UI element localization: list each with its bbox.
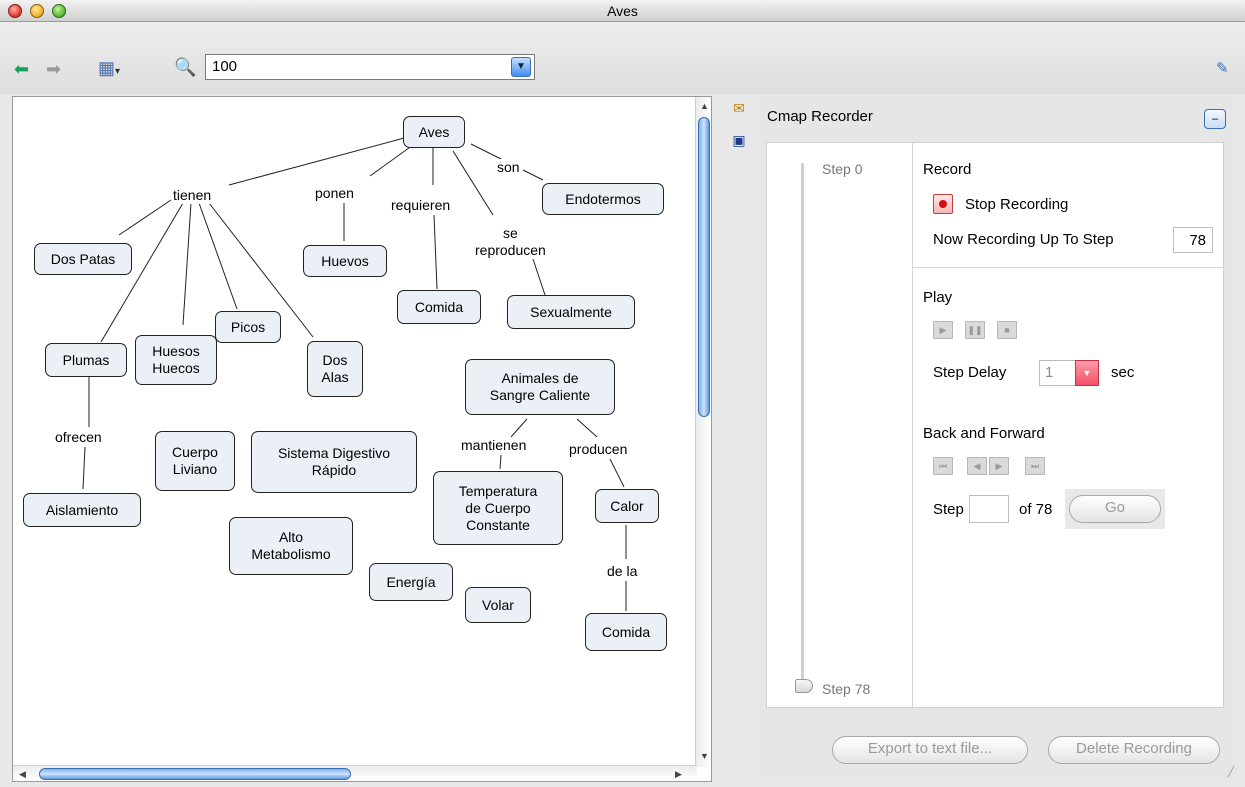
concept-picos[interactable]: Picos [215, 311, 281, 343]
record-section-title: Record [923, 161, 972, 178]
play-section-title: Play [923, 289, 953, 306]
pause-icon[interactable]: ❚❚ [965, 321, 985, 339]
concept-sistema-digestivo[interactable]: Sistema Digestivo Rápido [251, 431, 417, 493]
link-ponen[interactable]: ponen [315, 185, 354, 202]
concept-aislamiento[interactable]: Aislamiento [23, 493, 141, 527]
concept-comida[interactable]: Comida [397, 290, 481, 324]
stop-recording-button[interactable] [933, 194, 953, 214]
concept-alto-metabolismo[interactable]: Alto Metabolismo [229, 517, 353, 575]
concept-energia[interactable]: Energía [369, 563, 453, 601]
toolbar: ⬅ ➡ ▦▾ 🔍 100 ▼ ✎ [0, 22, 1245, 94]
concept-animales-sangre-caliente[interactable]: Animales de Sangre Caliente [465, 359, 615, 415]
vertical-scroll-thumb[interactable] [698, 117, 710, 417]
concept-temperatura[interactable]: Temperatura de Cuerpo Constante [433, 471, 563, 545]
stop-icon[interactable]: ■ [997, 321, 1017, 339]
go-button-area: Go [1065, 489, 1165, 529]
link-mantienen[interactable]: mantienen [461, 437, 527, 454]
section-divider [913, 267, 1225, 268]
concept-comida-2[interactable]: Comida [585, 613, 667, 651]
go-button[interactable]: Go [1069, 495, 1161, 523]
scroll-up-icon[interactable]: ▲ [700, 101, 709, 111]
link-requieren[interactable]: requieren [391, 197, 451, 214]
step-slider-thumb[interactable] [795, 679, 813, 693]
link-ofrecen[interactable]: ofrecen [55, 429, 102, 446]
previous-step-icon[interactable]: ◀ [967, 457, 987, 475]
concept-endotermos[interactable]: Endotermos [542, 183, 664, 215]
step-timeline: Step 0 Step 78 [767, 143, 913, 709]
step-end-label: Step 78 [822, 681, 871, 697]
view-menu-icon[interactable]: ▦▾ [98, 59, 120, 81]
link-se-reproducen[interactable]: se reproducen [475, 225, 546, 259]
vertical-scrollbar[interactable]: ▲ ▼ [695, 97, 711, 767]
zoom-field[interactable]: 100 ▼ [205, 54, 535, 80]
step-delay-value: 1 [1045, 364, 1054, 381]
back-arrow-icon[interactable]: ⬅ [14, 60, 29, 78]
last-step-icon[interactable]: ⏭ [1025, 457, 1045, 475]
minimize-panel-button[interactable]: – [1204, 109, 1226, 129]
dropdown-arrow-icon[interactable]: ▼ [511, 57, 531, 77]
scroll-right-icon[interactable]: ▶ [675, 769, 682, 780]
link-tienen[interactable]: tienen [173, 187, 212, 204]
horizontal-scroll-thumb[interactable] [39, 768, 351, 780]
chat-icon[interactable]: ✉ [728, 100, 750, 118]
export-to-text-button[interactable]: Export to text file... [832, 736, 1028, 764]
window-title: Aves [607, 3, 638, 19]
concept-sexualmente[interactable]: Sexualmente [507, 295, 635, 329]
concept-aves[interactable]: Aves [403, 116, 465, 148]
step-label: Step [933, 501, 964, 518]
cmap-recorder-panel: Cmap Recorder – Step 0 Step 78 Record St… [754, 96, 1238, 782]
concept-calor[interactable]: Calor [595, 489, 659, 523]
recorder-controls: Record Stop Recording Now Recording Up T… [913, 143, 1225, 709]
title-bar: Aves [0, 0, 1245, 22]
scroll-left-icon[interactable]: ◀ [19, 769, 26, 780]
concept-volar[interactable]: Volar [465, 587, 531, 623]
step-number-input[interactable] [969, 495, 1009, 523]
forward-arrow-icon[interactable]: ➡ [46, 60, 61, 78]
sec-label: sec [1111, 364, 1135, 381]
link-de-la[interactable]: de la [607, 563, 638, 580]
of-total-label: of 78 [1019, 501, 1053, 518]
concept-map-canvas[interactable]: Aves Endotermos Dos Patas Huevos Comida … [12, 96, 712, 782]
concept-cuerpo-liviano[interactable]: Cuerpo Liviano [155, 431, 235, 491]
stop-recording-label: Stop Recording [965, 196, 1069, 213]
resize-grip-icon[interactable]: ╱ [1228, 767, 1234, 778]
concept-dos-patas[interactable]: Dos Patas [34, 243, 132, 275]
recorder-icon[interactable]: ▣ [728, 132, 750, 150]
link-son[interactable]: son [497, 159, 520, 176]
zoom-value: 100 [212, 58, 238, 75]
next-step-icon[interactable]: ▶ [989, 457, 1009, 475]
link-producen[interactable]: producen [569, 441, 628, 458]
recorder-title: Cmap Recorder [767, 108, 873, 125]
now-recording-step-field[interactable]: 78 [1173, 227, 1213, 253]
horizontal-scrollbar[interactable]: ◀ ▶ [13, 765, 697, 781]
tools-icon[interactable]: ✎ [1216, 60, 1229, 78]
side-icon-strip: ✉ ▣ [724, 96, 754, 186]
concept-dos-alas[interactable]: Dos Alas [307, 341, 363, 397]
delete-recording-button[interactable]: Delete Recording [1048, 736, 1220, 764]
scroll-down-icon[interactable]: ▼ [700, 751, 709, 761]
first-step-icon[interactable]: ⏮ [933, 457, 953, 475]
recorder-body: Step 0 Step 78 Record Stop Recording Now… [766, 142, 1225, 709]
zoom-icon[interactable]: 🔍 [174, 58, 196, 76]
play-icon[interactable]: ▶ [933, 321, 953, 339]
step-delay-label: Step Delay [933, 364, 1007, 381]
concept-plumas[interactable]: Plumas [45, 343, 127, 377]
concept-huesos-huecos[interactable]: Huesos Huecos [135, 335, 217, 385]
now-recording-label: Now Recording Up To Step [933, 231, 1114, 248]
chevron-down-icon[interactable]: ▼ [1075, 360, 1099, 386]
concept-huevos[interactable]: Huevos [303, 245, 387, 277]
back-forward-section-title: Back and Forward [923, 425, 1045, 442]
step-start-label: Step 0 [822, 161, 863, 177]
step-delay-select[interactable]: 1 ▼ [1039, 360, 1099, 386]
step-slider-track[interactable] [801, 163, 804, 693]
